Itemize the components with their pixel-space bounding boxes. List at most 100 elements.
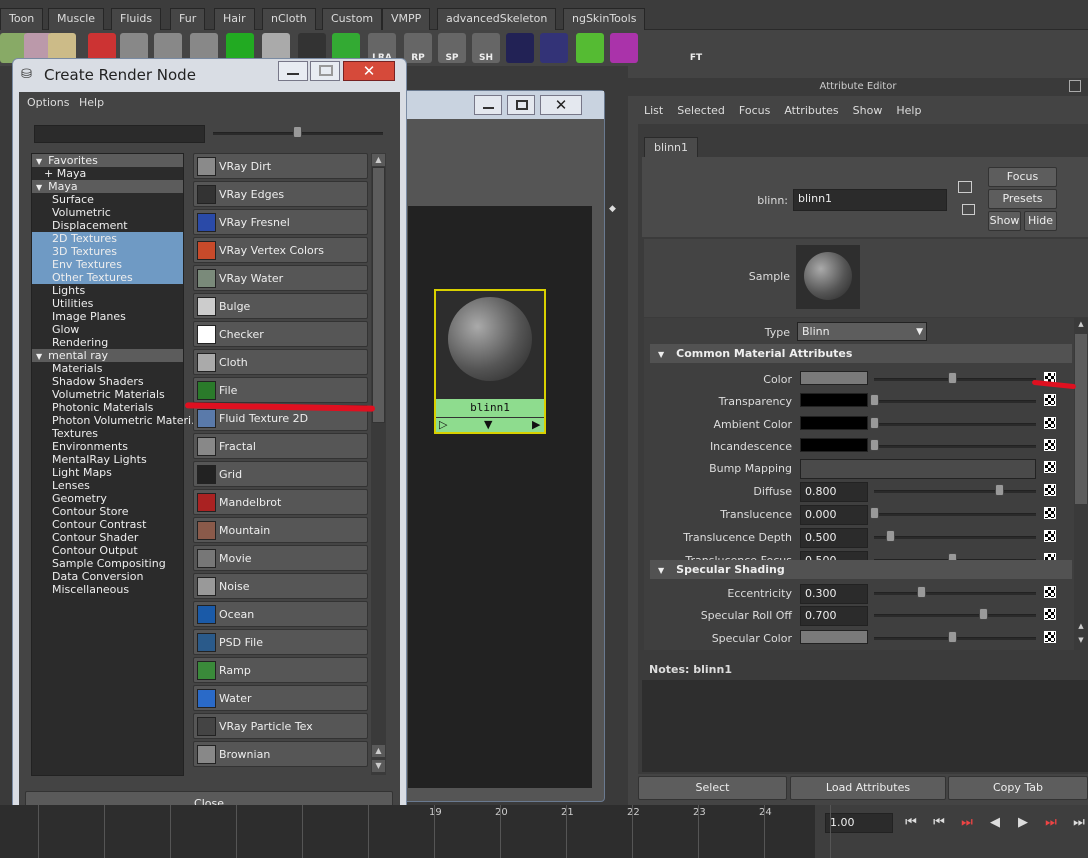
tree-item[interactable]: Lenses xyxy=(32,479,183,492)
ambient-color-slider-thumb[interactable] xyxy=(870,416,879,429)
tree-item[interactable]: Image Planes xyxy=(32,310,183,323)
node-button-mandelbrot[interactable]: Mandelbrot xyxy=(193,489,368,515)
play-forward-icon[interactable]: ▶ xyxy=(1012,815,1034,830)
ae-scroll-thumb[interactable] xyxy=(1075,334,1087,504)
tree-collapse-icon[interactable]: ▼ xyxy=(36,352,42,361)
copy-tab-button[interactable]: Copy Tab xyxy=(948,776,1088,800)
node-button-cloth[interactable]: Cloth xyxy=(193,349,368,375)
map-button-icon[interactable] xyxy=(1044,438,1056,451)
shelf-tab-hair[interactable]: Hair xyxy=(214,8,255,30)
chevron-down-icon[interactable]: ▼ xyxy=(484,418,492,431)
tree-item[interactable]: 2D Textures xyxy=(32,232,183,245)
map-button-icon[interactable] xyxy=(1044,586,1056,598)
node-button-vray-vertex-colors[interactable]: VRay Vertex Colors xyxy=(193,237,368,263)
scroll-thumb[interactable] xyxy=(372,167,385,423)
eccentricity-slider[interactable] xyxy=(874,592,1036,595)
node-button-water[interactable]: Water xyxy=(193,685,368,711)
tree-item[interactable]: Environments xyxy=(32,440,183,453)
specular-roll-off-slider[interactable] xyxy=(874,614,1036,618)
step-back-key-icon[interactable]: ⏮ xyxy=(928,815,950,830)
specular-color-swatch[interactable] xyxy=(800,629,868,644)
translucence-slider-thumb[interactable] xyxy=(870,507,879,520)
node-button-vray-fresnel[interactable]: VRay Fresnel xyxy=(193,209,368,235)
step-forward-key-icon[interactable]: ⏭ xyxy=(1040,815,1062,830)
scroll-up-icon-2[interactable]: ▲ xyxy=(372,745,385,757)
map-button-icon[interactable] xyxy=(1044,484,1056,497)
specular-roll-off-slider-thumb[interactable] xyxy=(979,608,989,621)
tree-item[interactable]: Volumetric xyxy=(32,206,183,219)
tree-item[interactable]: Textures xyxy=(32,427,183,440)
node-button-bulge[interactable]: Bulge xyxy=(193,293,368,319)
scroll-up-icon[interactable]: ▲ xyxy=(1075,320,1087,330)
sh-icon[interactable]: SH xyxy=(472,33,500,63)
tree-item[interactable]: Shadow Shaders xyxy=(32,375,183,388)
transparency-slider[interactable] xyxy=(874,400,1036,404)
ae-menu-show[interactable]: Show xyxy=(853,104,883,117)
ae-menu-list[interactable]: List xyxy=(644,104,663,117)
tree-item[interactable]: Glow xyxy=(32,323,183,336)
shelf-tab-ngskintools[interactable]: ngSkinTools xyxy=(563,8,646,30)
dialog-maximize-button[interactable] xyxy=(310,61,340,81)
shelf-tab-toon[interactable]: Toon xyxy=(0,8,44,30)
ae-menu-focus[interactable]: Focus xyxy=(739,104,770,117)
tree-item[interactable]: Contour Output xyxy=(32,544,183,557)
scroll-up-icon-2[interactable]: ▲ xyxy=(1075,622,1087,632)
shelf-tab-muscle[interactable]: Muscle xyxy=(48,8,105,30)
dialog-minimize-button[interactable] xyxy=(278,61,308,81)
color-swatch[interactable] xyxy=(800,371,868,385)
load-attributes-button[interactable]: Load Attributes xyxy=(790,776,946,800)
close-icon[interactable]: ✕ xyxy=(540,95,582,115)
tree-item[interactable]: Photonic Materials xyxy=(32,401,183,414)
bump-mapping-field[interactable] xyxy=(800,459,1036,480)
shelf-tab-fur[interactable]: Fur xyxy=(170,8,206,30)
tree-item[interactable]: Data Conversion xyxy=(32,570,183,583)
play-backward-icon[interactable]: ◀ xyxy=(984,815,1006,830)
map-button-icon[interactable] xyxy=(1044,461,1056,474)
tree-item[interactable]: Utilities xyxy=(32,297,183,310)
tree-item[interactable]: Other Textures xyxy=(32,271,183,284)
tree-item[interactable]: + Maya xyxy=(32,167,183,180)
scroll-down-icon[interactable]: ▼ xyxy=(372,760,385,772)
node-button-brownian[interactable]: Brownian xyxy=(193,741,368,767)
node-name-field[interactable]: blinn1 xyxy=(793,189,947,211)
ft-icon[interactable]: FT xyxy=(682,33,710,63)
tree-item[interactable]: Contour Contrast xyxy=(32,518,183,531)
play-left-icon[interactable]: ▷ xyxy=(439,418,447,431)
node-button-fractal[interactable]: Fractal xyxy=(193,433,368,459)
curve-icon[interactable] xyxy=(506,33,534,63)
icon-size-thumb[interactable] xyxy=(293,126,302,138)
tree-item[interactable]: Rendering xyxy=(32,336,183,349)
section-collapse-icon[interactable]: ▼ xyxy=(658,566,664,575)
specular-roll-off-field[interactable]: 0.700 xyxy=(800,606,868,627)
translucence-field[interactable]: 0.000 xyxy=(800,505,868,526)
diffuse-slider-thumb[interactable] xyxy=(994,484,1004,497)
node-button-ocean[interactable]: Ocean xyxy=(193,601,368,627)
node-button-file[interactable]: File xyxy=(193,377,368,403)
show-button[interactable]: Show xyxy=(988,211,1021,231)
tree-item[interactable]: Light Maps xyxy=(32,466,183,479)
scroll-down-icon[interactable]: ▼ xyxy=(1075,636,1087,646)
cluster-icon[interactable] xyxy=(646,33,674,63)
color-slider-thumb[interactable] xyxy=(948,372,957,384)
node-button-ramp[interactable]: Ramp xyxy=(193,657,368,683)
tree-item[interactable]: Contour Shader xyxy=(32,531,183,544)
scroll-up-icon[interactable]: ▲ xyxy=(372,154,385,166)
node-button-psd-file[interactable]: PSD File xyxy=(193,629,368,655)
section-common-material[interactable]: ▼ Common Material Attributes xyxy=(650,344,1072,363)
translucence-depth-field[interactable]: 0.500 xyxy=(800,528,868,549)
map-button-icon[interactable] xyxy=(1044,394,1056,407)
shelf-tab-advancedskeleton[interactable]: advancedSkeleton xyxy=(437,8,557,30)
incandescence-slider[interactable] xyxy=(874,444,1036,448)
scroll-arrow-icon[interactable]: ◆ xyxy=(609,204,617,214)
node-button-vray-dirt[interactable]: VRay Dirt xyxy=(193,153,368,179)
menu-help[interactable]: Help xyxy=(79,96,104,109)
tree-item[interactable]: Materials xyxy=(32,362,183,375)
ambient-color-slider[interactable] xyxy=(874,422,1036,426)
tree-item[interactable]: Displacement xyxy=(32,219,183,232)
presets-button[interactable]: Presets xyxy=(988,189,1057,209)
hide-button[interactable]: Hide xyxy=(1024,211,1057,231)
tree-item[interactable]: MentalRay Lights xyxy=(32,453,183,466)
section-collapse-icon[interactable]: ▼ xyxy=(658,350,664,359)
transparency-swatch[interactable] xyxy=(800,393,868,408)
shelf-tab-ncloth[interactable]: nCloth xyxy=(262,8,316,30)
